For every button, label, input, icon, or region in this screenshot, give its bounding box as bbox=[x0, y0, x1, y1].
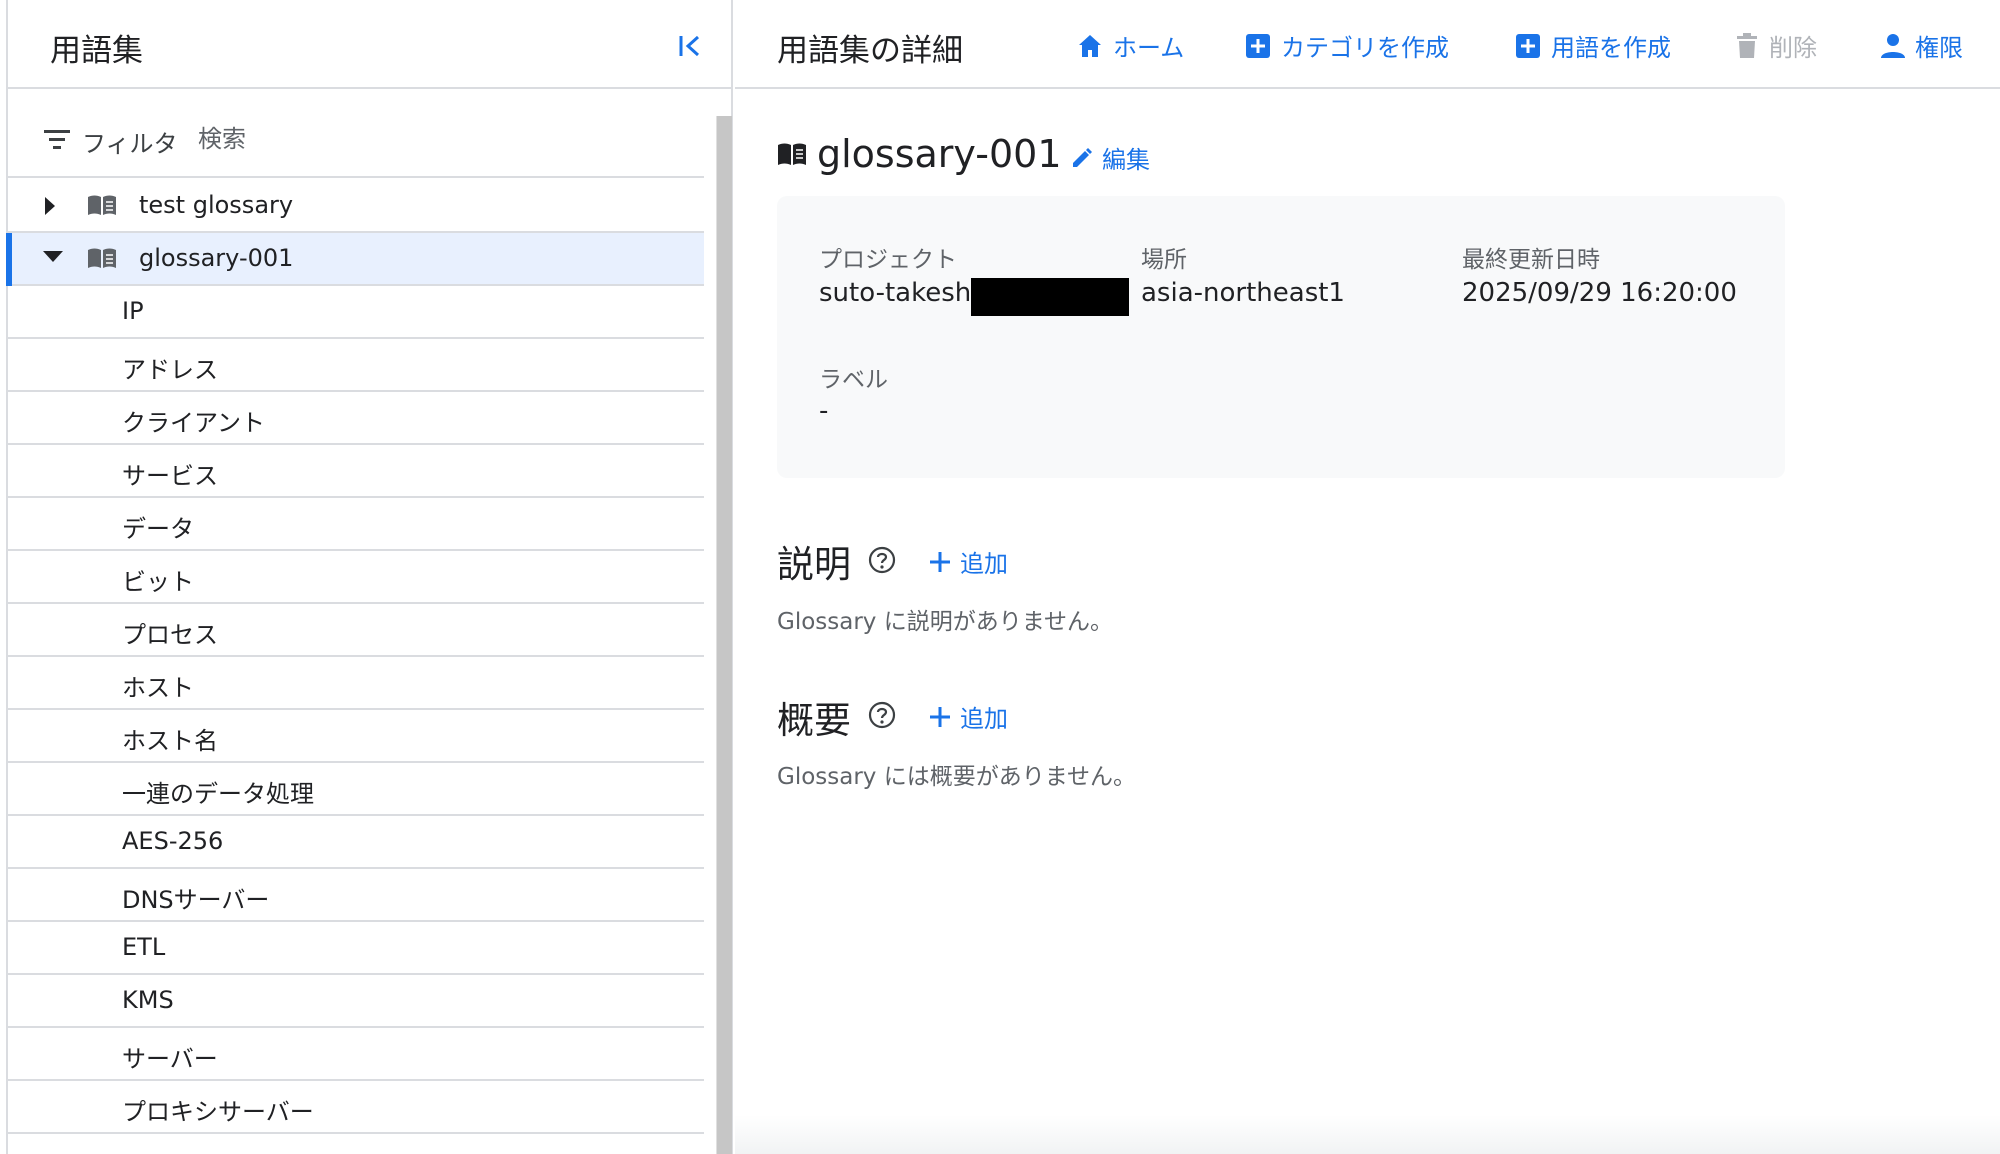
add-overview-button[interactable]: 追加 bbox=[928, 699, 1008, 734]
tree-panel-title: 用語集 bbox=[50, 33, 143, 69]
delete-button[interactable]: 削除 bbox=[1735, 28, 1817, 63]
add-box-icon bbox=[1245, 33, 1271, 59]
labels-label: ラベル bbox=[819, 367, 888, 393]
tree-term-row[interactable]: ホスト bbox=[8, 657, 704, 710]
add-overview-label: 追加 bbox=[960, 705, 1008, 733]
tree-panel-header: 用語集 bbox=[8, 0, 733, 89]
tree-term-label: クライアント bbox=[122, 409, 266, 437]
tree-term-label: KMS bbox=[122, 986, 174, 1014]
create-category-label: カテゴリを作成 bbox=[1281, 34, 1449, 62]
book-icon bbox=[87, 247, 117, 269]
tree-term-label: サービス bbox=[122, 462, 218, 490]
add-box-icon bbox=[1515, 33, 1541, 59]
create-term-button[interactable]: 用語を作成 bbox=[1515, 28, 1671, 63]
tree-term-row[interactable]: 一連のデータ処理 bbox=[8, 763, 704, 816]
search-input[interactable] bbox=[198, 118, 668, 160]
person-icon bbox=[1881, 33, 1905, 59]
project-value: suto-takeshi bbox=[819, 278, 979, 308]
filter-bar: フィルタ bbox=[8, 100, 704, 178]
home-button[interactable]: ホーム bbox=[1077, 28, 1184, 63]
expand-down-icon[interactable] bbox=[42, 248, 64, 264]
tree-glossary-row[interactable]: test glossary bbox=[8, 180, 704, 233]
tree-term-row[interactable]: サービス bbox=[8, 445, 704, 498]
tree-term-label: ホスト名 bbox=[122, 727, 218, 755]
description-title: 説明 bbox=[777, 543, 851, 586]
tree-term-label: プロセス bbox=[122, 621, 218, 649]
glossary-tree-panel: 用語集 フィルタ test glossary glossary-001 IP アドレス… bbox=[6, 0, 733, 1154]
collapse-left-icon bbox=[677, 33, 703, 59]
tree-term-label: DNSサーバー bbox=[122, 886, 270, 914]
bottom-shade bbox=[735, 1115, 2000, 1154]
filter-label: フィルタ bbox=[82, 130, 178, 158]
glossary-heading: glossary-001 bbox=[777, 132, 1062, 176]
collapse-panel-button[interactable] bbox=[670, 28, 710, 64]
tree-term-label: データ bbox=[122, 515, 194, 543]
tree-term-label: 一連のデータ処理 bbox=[122, 780, 314, 808]
tree-glossary-label: test glossary bbox=[139, 191, 294, 219]
updated-label: 最終更新日時 bbox=[1462, 247, 1600, 273]
updated-value: 2025/09/29 16:20:00 bbox=[1462, 278, 1737, 308]
add-description-button[interactable]: 追加 bbox=[928, 544, 1008, 579]
tree-term-row[interactable]: ホスト名 bbox=[8, 710, 704, 763]
tree-scrollbar[interactable] bbox=[716, 116, 732, 1154]
tree-term-label: プロキシサーバー bbox=[122, 1098, 314, 1126]
expand-right-icon[interactable] bbox=[42, 195, 58, 217]
tree-glossary-label: glossary-001 bbox=[139, 244, 294, 272]
plus-icon bbox=[928, 705, 952, 729]
trash-icon bbox=[1735, 32, 1759, 59]
tree-term-row[interactable]: AES-256 bbox=[8, 816, 704, 869]
tree-term-row[interactable]: サーバー bbox=[8, 1028, 704, 1081]
tree-term-row[interactable]: プロセス bbox=[8, 604, 704, 657]
tree-term-label: IP bbox=[122, 297, 144, 325]
home-label: ホーム bbox=[1113, 34, 1185, 62]
tree-term-label: サーバー bbox=[122, 1045, 218, 1073]
project-label: プロジェクト bbox=[819, 247, 957, 273]
permissions-label: 権限 bbox=[1915, 34, 1963, 62]
description-empty-text: Glossary に説明がありません。 bbox=[777, 609, 1114, 635]
add-description-label: 追加 bbox=[960, 550, 1008, 578]
help-icon[interactable] bbox=[868, 546, 896, 578]
detail-header: 用語集の詳細 ホーム カテゴリを作成 用語を作成 削除 権限 bbox=[735, 0, 2000, 89]
tree-term-label: ホスト bbox=[122, 674, 194, 702]
create-term-label: 用語を作成 bbox=[1551, 34, 1671, 62]
tree-term-row[interactable]: ETL bbox=[8, 922, 704, 975]
edit-label: 編集 bbox=[1102, 146, 1150, 174]
tree-term-row[interactable]: プロキシサーバー bbox=[8, 1081, 704, 1134]
tree-term-row[interactable]: DNSサーバー bbox=[8, 869, 704, 922]
selection-indicator bbox=[6, 233, 12, 286]
glossary-name: glossary-001 bbox=[817, 132, 1062, 176]
location-label: 場所 bbox=[1141, 247, 1187, 273]
pencil-icon bbox=[1070, 146, 1094, 170]
overview-empty-text: Glossary には概要がありません。 bbox=[777, 764, 1137, 790]
labels-value: - bbox=[819, 396, 829, 426]
tree-term-row[interactable]: アドレス bbox=[8, 339, 704, 392]
home-icon bbox=[1077, 33, 1103, 59]
tree-term-row[interactable]: IP bbox=[8, 286, 704, 339]
delete-label: 削除 bbox=[1769, 34, 1817, 62]
tree-term-label: AES-256 bbox=[122, 827, 224, 855]
tree-term-label: ETL bbox=[122, 933, 166, 961]
tree-glossary-row[interactable]: glossary-001 bbox=[6, 233, 704, 286]
book-icon bbox=[777, 142, 807, 166]
tree-term-row[interactable]: KMS bbox=[8, 975, 704, 1028]
edit-button[interactable]: 編集 bbox=[1070, 140, 1150, 175]
filter-icon[interactable] bbox=[44, 128, 70, 150]
glossary-info-card: プロジェクト suto-takeshi 場所 asia-northeast1 最… bbox=[777, 196, 1785, 478]
tree-term-label: ビット bbox=[122, 568, 194, 596]
redaction-box bbox=[971, 278, 1129, 316]
book-icon bbox=[87, 194, 117, 216]
help-icon[interactable] bbox=[868, 701, 896, 733]
create-category-button[interactable]: カテゴリを作成 bbox=[1245, 28, 1449, 63]
permissions-button[interactable]: 権限 bbox=[1881, 28, 1963, 63]
location-value: asia-northeast1 bbox=[1141, 278, 1345, 308]
overview-title: 概要 bbox=[777, 699, 851, 742]
tree-term-row[interactable]: クライアント bbox=[8, 392, 704, 445]
plus-icon bbox=[928, 550, 952, 574]
tree-term-row[interactable]: データ bbox=[8, 498, 704, 551]
tree-term-label: アドレス bbox=[122, 356, 218, 384]
page-title: 用語集の詳細 bbox=[777, 33, 963, 69]
tree-term-row[interactable]: ビット bbox=[8, 551, 704, 604]
